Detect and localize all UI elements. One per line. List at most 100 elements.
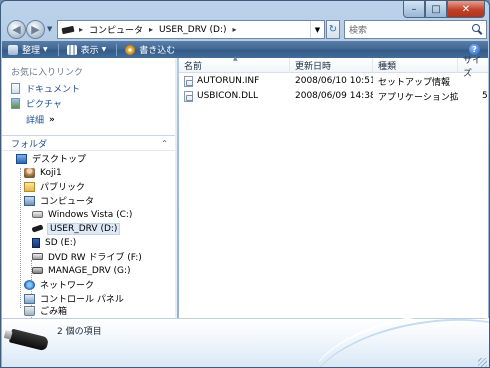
maximize-button[interactable]: □ bbox=[425, 1, 447, 18]
tree-item-label: Koji1 bbox=[40, 167, 62, 178]
tree-item-recycle-bin[interactable]: ごみ箱 bbox=[24, 304, 67, 317]
hard-drive-icon bbox=[32, 211, 43, 218]
tree-item-network[interactable]: ネットワーク bbox=[24, 278, 94, 291]
column-header-date-label: 更新日時 bbox=[295, 62, 332, 72]
file-name: USBICON.DLL bbox=[197, 91, 259, 101]
tree-item-label: パブリック bbox=[40, 183, 86, 193]
search-box[interactable]: 検索 bbox=[344, 20, 487, 39]
usb-drive-icon bbox=[31, 224, 44, 233]
toolbar-divider bbox=[57, 43, 59, 56]
column-header-name-label: 名前 bbox=[184, 62, 203, 72]
public-folder-icon bbox=[24, 181, 35, 192]
breadcrumb-separator: ▸ bbox=[79, 25, 84, 34]
favorite-links-heading: お気に入りリンク bbox=[11, 68, 84, 78]
column-header-type[interactable]: 種類 bbox=[373, 58, 458, 73]
decorative-swoosh bbox=[319, 318, 489, 367]
usb-drive-thumbnail-icon bbox=[8, 328, 50, 352]
recycle-bin-icon bbox=[24, 305, 35, 316]
column-header-date[interactable]: 更新日時 bbox=[290, 58, 373, 73]
user-folder-icon bbox=[24, 167, 35, 178]
desktop-icon bbox=[16, 153, 27, 164]
tree-item-label: コンピュータ bbox=[40, 197, 95, 207]
favorite-pictures[interactable]: ピクチャ bbox=[11, 97, 62, 110]
chevron-down-icon: ▼ bbox=[43, 46, 48, 53]
column-header-name[interactable]: ▲ 名前 bbox=[179, 55, 290, 73]
pane-splitter[interactable] bbox=[175, 58, 177, 318]
caption-buttons: – □ ✕ bbox=[403, 1, 485, 18]
more-label: 詳細 bbox=[26, 116, 45, 126]
folders-heading: フォルダ bbox=[11, 139, 48, 150]
network-icon bbox=[24, 279, 35, 290]
tree-item-label: ごみ箱 bbox=[40, 307, 68, 317]
folders-toggle[interactable]: フォルダ ⌃ bbox=[2, 135, 176, 151]
chevron-down-icon: ▼ bbox=[101, 46, 107, 53]
recent-pages-dropdown[interactable]: ▼ bbox=[47, 25, 52, 33]
favorite-documents-label: ドキュメント bbox=[26, 85, 81, 95]
organize-label: 整理 bbox=[22, 46, 41, 56]
file-row[interactable]: USBICON.DLL 2008/06/09 14:38 アプリケーション拡張 … bbox=[179, 89, 488, 103]
burn-button[interactable]: 書き込む bbox=[125, 43, 175, 56]
tree-item-public[interactable]: パブリック bbox=[24, 180, 85, 193]
tree-item-drive-c[interactable]: Windows Vista (C:) bbox=[32, 208, 132, 221]
tree-item-computer[interactable]: コンピュータ bbox=[24, 194, 94, 207]
address-bar[interactable]: ▸ コンピュータ ▸ USER_DRV (D:) ▸ ▼ bbox=[57, 20, 325, 39]
views-icon bbox=[66, 44, 77, 55]
tree-item-label: MANAGE_DRV (G:) bbox=[48, 265, 131, 276]
refresh-button[interactable]: ↻ bbox=[326, 20, 340, 39]
more-links[interactable]: 詳細 » bbox=[26, 113, 55, 127]
double-chevron-icon: » bbox=[49, 114, 55, 125]
file-date: 2008/06/09 14:38 bbox=[295, 91, 373, 101]
tree-item-drive-d[interactable]: USER_DRV (D:) bbox=[31, 222, 121, 235]
file-row[interactable]: AUTORUN.INF 2008/06/10 10:51 セットアップ情報 bbox=[179, 74, 488, 88]
column-header-type-label: 種類 bbox=[378, 62, 397, 72]
breadcrumb-separator: ▸ bbox=[232, 25, 237, 34]
file-list-pane: ▲ 名前 更新日時 種類 サイズ AUTORUN.INF 2008/06/10 … bbox=[179, 55, 488, 318]
close-button[interactable]: ✕ bbox=[447, 1, 485, 18]
search-input[interactable]: 検索 bbox=[349, 23, 367, 36]
tree-item-label: USER_DRV (D:) bbox=[46, 222, 121, 235]
favorite-documents[interactable]: ドキュメント bbox=[11, 82, 80, 95]
file-name-cell: AUTORUN.INF bbox=[179, 75, 290, 87]
tree-item-drive-f[interactable]: DVD RW ドライブ (F:) bbox=[32, 250, 142, 263]
toolbar-divider bbox=[116, 43, 118, 56]
details-pane: 2 個の項目 bbox=[2, 318, 489, 367]
favorite-pictures-label: ピクチャ bbox=[26, 100, 62, 110]
resize-grip-icon[interactable] bbox=[478, 358, 487, 367]
control-panel-icon bbox=[24, 293, 35, 304]
item-count: 2 個の項目 bbox=[57, 327, 102, 337]
dll-file-icon bbox=[184, 90, 193, 102]
tree-item-user[interactable]: Koji1 bbox=[24, 166, 62, 179]
burn-label: 書き込む bbox=[139, 46, 176, 56]
column-header-size[interactable]: サイズ bbox=[458, 56, 488, 79]
file-size: 5 bbox=[482, 91, 488, 101]
removable-drive-icon bbox=[32, 267, 43, 274]
back-button[interactable]: ◀ bbox=[7, 20, 26, 39]
command-bar: 整理 ▼ 表示 ▼ 書き込む ? bbox=[2, 41, 488, 58]
pictures-icon bbox=[11, 98, 20, 109]
breadcrumb-computer[interactable]: コンピュータ bbox=[89, 23, 143, 36]
setup-info-file-icon bbox=[184, 75, 193, 87]
breadcrumb-separator: ▸ bbox=[149, 25, 154, 34]
usb-drive-icon bbox=[61, 25, 75, 34]
breadcrumb-user-drv[interactable]: USER_DRV (D:) bbox=[159, 25, 226, 35]
tree-item-drive-e[interactable]: SD (E:) bbox=[32, 236, 76, 249]
tree-item-label: デスクトップ bbox=[32, 155, 87, 165]
tree-item-label: ネットワーク bbox=[40, 281, 95, 291]
file-type: セットアップ情報 bbox=[378, 77, 451, 88]
address-dropdown-icon[interactable]: ▼ bbox=[310, 21, 324, 38]
file-type: アプリケーション拡張 bbox=[378, 92, 458, 103]
forward-button[interactable]: ▶ bbox=[26, 20, 45, 39]
explorer-window: – □ ✕ ◀ ▶ ▼ ▸ コンピュータ ▸ USER_DRV (D:) ▸ ▼… bbox=[0, 0, 490, 368]
tree-item-drive-g[interactable]: MANAGE_DRV (G:) bbox=[32, 264, 131, 277]
tree-item-label: Windows Vista (C:) bbox=[48, 209, 133, 220]
tree-item-desktop[interactable]: デスクトップ bbox=[16, 152, 86, 165]
chevron-up-icon: ⌃ bbox=[161, 138, 168, 148]
minimize-button[interactable]: – bbox=[403, 1, 425, 18]
tree-guide-line bbox=[20, 168, 21, 308]
organize-icon bbox=[8, 44, 18, 55]
file-name-cell: USBICON.DLL bbox=[179, 90, 290, 102]
documents-icon bbox=[11, 83, 20, 94]
views-button[interactable]: 表示 ▼ bbox=[66, 43, 107, 56]
organize-button[interactable]: 整理 ▼ bbox=[8, 43, 48, 56]
search-icon[interactable] bbox=[472, 24, 483, 35]
